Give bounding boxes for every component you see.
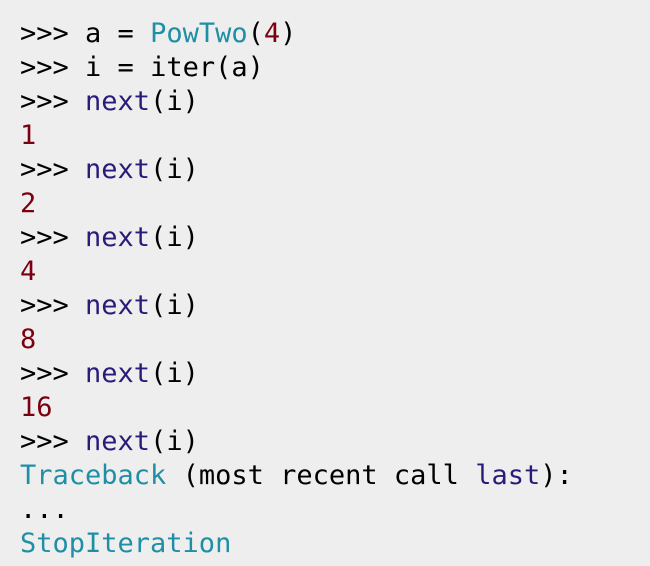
code-token: ) (280, 18, 297, 49)
console-output-line: 2 (20, 187, 650, 221)
console-prompt: >>> (20, 154, 86, 185)
console-input-line: >>> i = iter(a) (20, 51, 650, 85)
code-token: a (85, 18, 118, 49)
console-output-line: 16 (20, 391, 650, 425)
console-input-line: >>> next(i) (20, 221, 650, 255)
code-token: next (85, 222, 151, 253)
console-output-line: 1 (20, 119, 650, 153)
code-token: 4 (20, 256, 37, 287)
console-prompt: >>> (20, 222, 86, 253)
code-token: (i) (150, 290, 199, 321)
console-output-line: Traceback (most recent call last): (20, 459, 650, 493)
console-input-line: >>> next(i) (20, 289, 650, 323)
console-prompt: >>> (20, 358, 86, 389)
code-token: ): (540, 460, 573, 491)
code-token: = (117, 52, 151, 83)
console-prompt: >>> (20, 52, 86, 83)
code-token: (i) (150, 154, 199, 185)
console-prompt: >>> (20, 290, 86, 321)
code-token: (i) (150, 222, 199, 253)
code-token: 2 (20, 188, 37, 219)
code-token: next (85, 426, 151, 457)
code-token: recent (280, 460, 394, 491)
code-token: PowTwo (150, 18, 248, 49)
console-input-line: >>> next(i) (20, 153, 650, 187)
code-token: 8 (20, 324, 37, 355)
console-prompt: >>> (20, 86, 86, 117)
code-token: 16 (20, 392, 53, 423)
code-token: i (85, 52, 118, 83)
console-input-line: >>> next(i) (20, 425, 650, 459)
code-token: ... (20, 494, 69, 525)
console-input-line: >>> next(i) (20, 85, 650, 119)
code-token: (most (182, 460, 281, 491)
console-output-line: StopIteration (20, 527, 650, 561)
code-token: next (85, 290, 151, 321)
code-token: (i) (150, 358, 199, 389)
console-prompt: >>> (20, 426, 86, 457)
console-input-line: >>> next(i) (20, 357, 650, 391)
console-prompt: >>> (20, 18, 86, 49)
code-token: ( (247, 18, 264, 49)
code-token: next (85, 154, 151, 185)
code-token: = (117, 18, 151, 49)
console-output-line: 8 (20, 323, 650, 357)
code-token: 1 (20, 120, 37, 151)
console-output-line: ... (20, 493, 650, 527)
python-console: >>> a = PowTwo(4) >>> i = iter(a) >>> next… (0, 0, 650, 566)
code-token: 4 (263, 18, 281, 49)
code-token: iter(a) (150, 52, 264, 83)
code-token: (i) (150, 426, 199, 457)
code-token: next (85, 86, 151, 117)
console-input-line: >>> a = PowTwo(4) (20, 17, 650, 51)
code-token: (i) (150, 86, 199, 117)
code-token: Traceback (20, 460, 183, 491)
code-token: call (393, 460, 476, 491)
code-token: StopIteration (20, 528, 232, 559)
code-token: last (475, 460, 541, 491)
code-token: next (85, 358, 151, 389)
console-output-line: 4 (20, 255, 650, 289)
